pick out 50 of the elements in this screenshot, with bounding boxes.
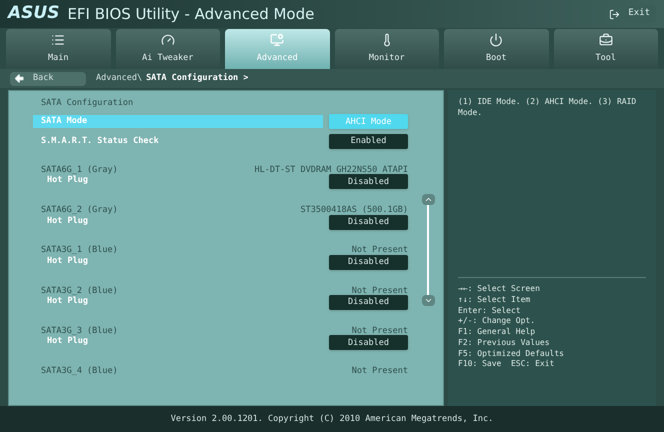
toolbox-icon — [598, 33, 613, 48]
port-label: SATA3G_3 (Blue) — [41, 326, 118, 336]
key-hint: ↑↓: Select Item — [458, 295, 532, 306]
key-hint: F1: General Help — [458, 327, 536, 338]
key-hint: F2: Previous Values — [458, 338, 551, 349]
key-hint: Enter: Select — [458, 306, 522, 316]
brand-logo: ASUS — [8, 2, 60, 26]
port-device: Not Present — [352, 367, 408, 376]
port-device: Not Present — [352, 326, 408, 336]
port-device: Not Present — [352, 246, 408, 255]
scroll-down-icon — [424, 296, 432, 305]
port-label: SATA6G_2 (Gray) — [41, 206, 118, 215]
port-device: Not Present — [352, 286, 408, 296]
monitor-gear-icon — [270, 33, 284, 48]
list-icon — [51, 33, 66, 48]
window-title: EFI BIOS Utility - Advanced Mode — [67, 4, 314, 25]
value-button[interactable]: Disabled — [329, 174, 408, 190]
exit-icon — [609, 8, 620, 20]
help-text: (1) IDE Mode. (2) AHCI Mode. (3) RAID Mode. — [458, 96, 638, 118]
back-arrow-icon — [14, 73, 25, 84]
gauge-icon — [160, 33, 175, 48]
tab[interactable]: Ai Tweaker — [116, 29, 220, 69]
scroll-down-button[interactable] — [422, 295, 434, 306]
tab[interactable]: Tool — [554, 29, 658, 69]
key-hint: F10: Save ESC: Exit — [458, 359, 556, 370]
key-hint: F5: Optimized Defaults — [458, 348, 565, 360]
section-title: SATA Configuration — [40, 97, 134, 110]
key-hint: →←: Select Screen — [458, 284, 541, 296]
breadcrumb-path: Advanced\ — [96, 72, 142, 85]
port-label: SATA3G_1 (Blue) — [41, 246, 118, 255]
value-button[interactable]: Disabled — [329, 214, 408, 230]
tab[interactable]: Boot — [444, 29, 548, 69]
back-button[interactable]: Back — [10, 72, 86, 86]
value-button[interactable]: Disabled — [329, 295, 408, 310]
port-device: ST3500418AS (500.1GB) — [300, 206, 408, 215]
key-hint: +/-: Change Opt. — [458, 316, 536, 328]
scroll-up-button[interactable] — [422, 194, 434, 205]
tab[interactable]: Main — [6, 29, 110, 69]
breadcrumb-current: SATA Configuration > — [146, 72, 248, 85]
scroll-up-icon — [424, 195, 432, 204]
value-button[interactable]: Disabled — [329, 254, 408, 270]
port-device: HL-DT-ST DVDRAM GH22NS50 ATAPI — [254, 166, 408, 174]
footer-copyright: Version 2.00.1201. Copyright (C) 2010 American Megatrends, Inc. — [170, 412, 494, 426]
port-label: SATA3G_4 (Blue) — [41, 367, 118, 376]
value-button[interactable]: Enabled — [329, 134, 408, 149]
tab[interactable]: Monitor — [334, 29, 439, 69]
port-label: SATA3G_2 (Blue) — [41, 286, 118, 296]
power-icon — [489, 33, 504, 48]
port-label: SATA6G_1 (Gray) — [41, 166, 118, 174]
value-button[interactable]: Disabled — [329, 335, 408, 350]
